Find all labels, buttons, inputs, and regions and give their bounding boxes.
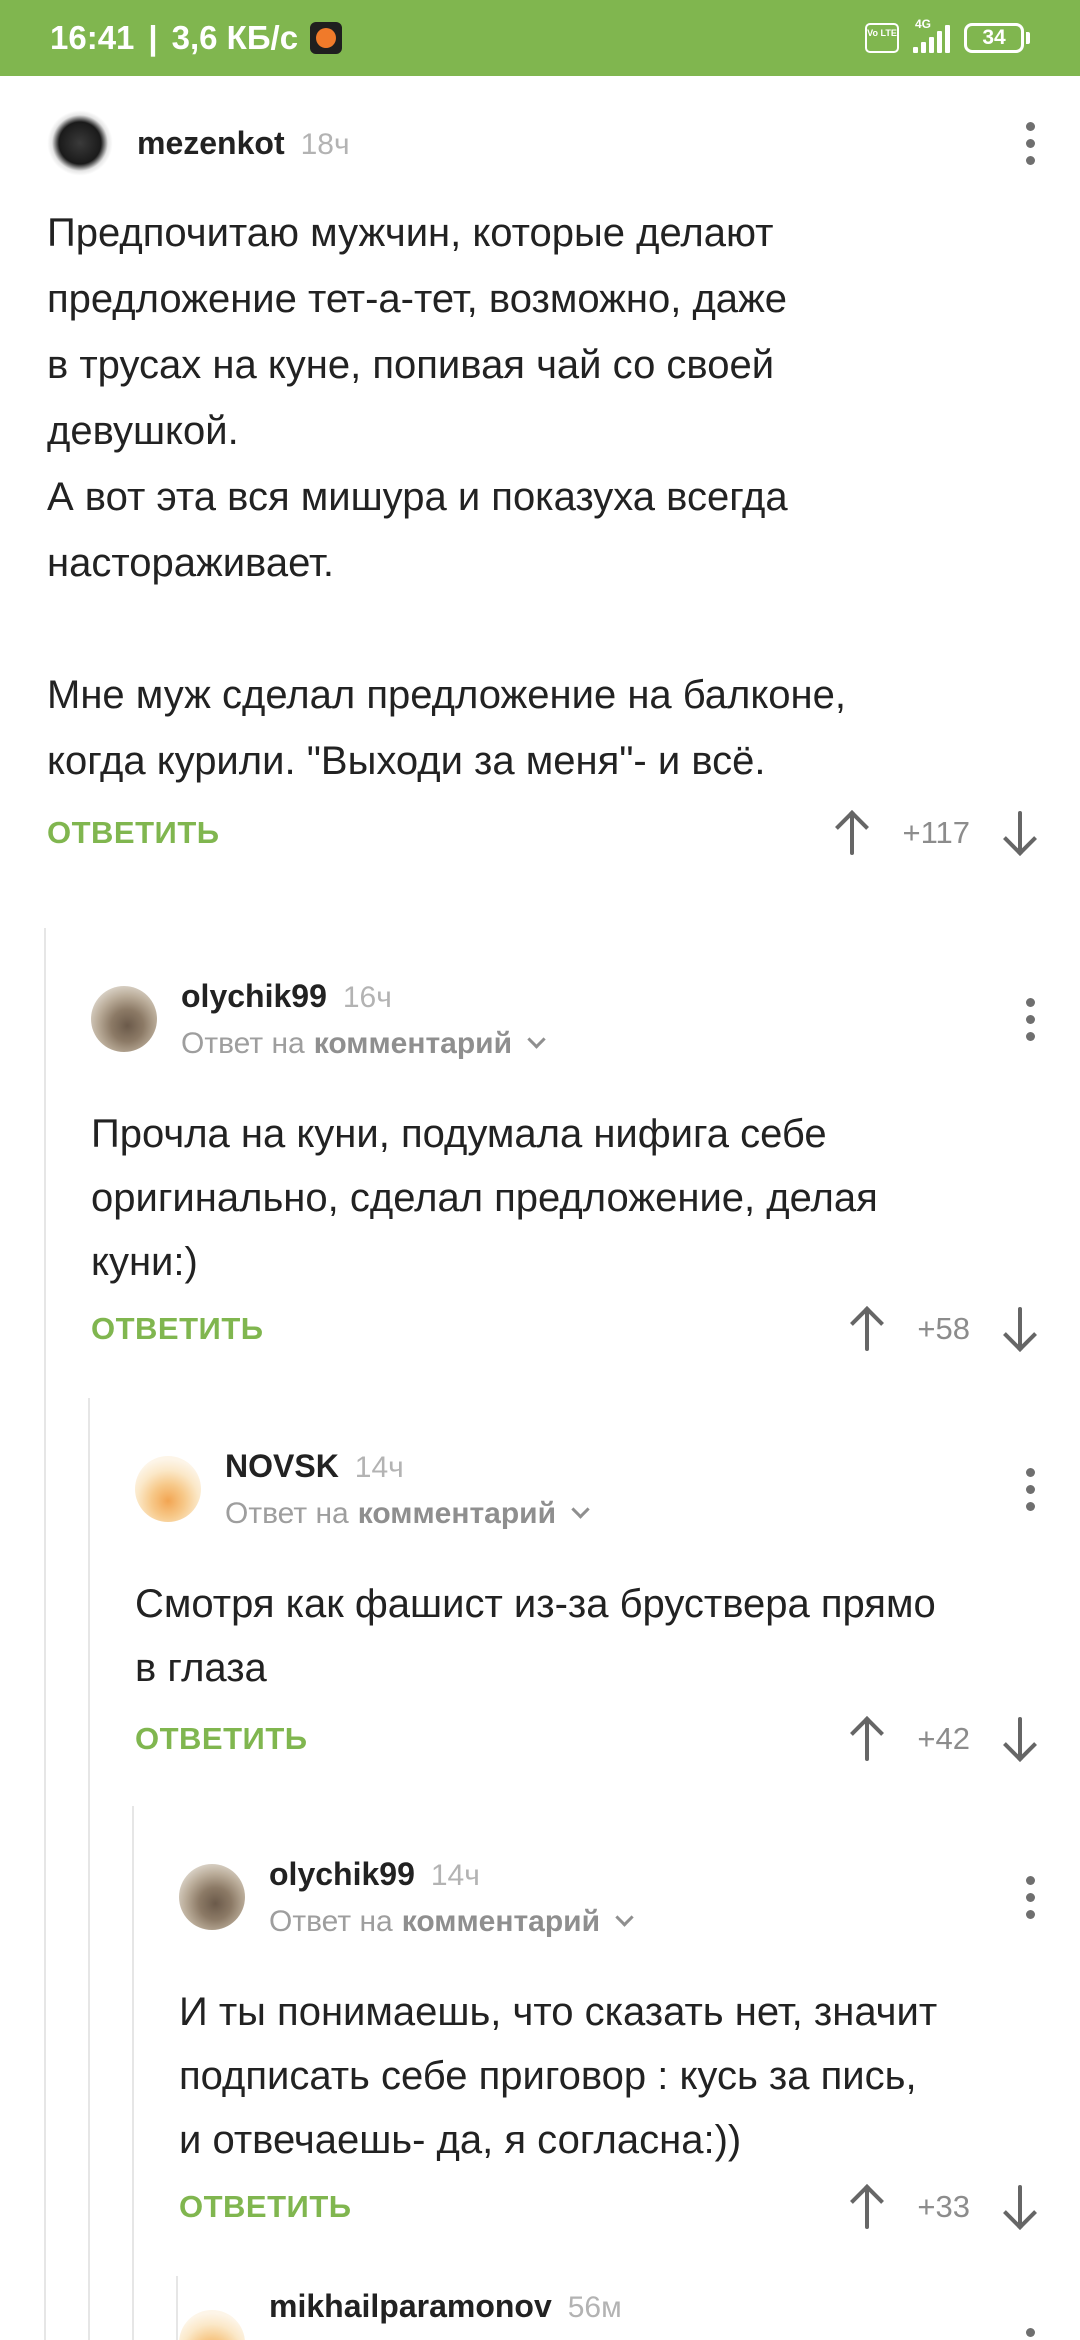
comment-text: Прочла на куни, подумала нифига себе ори… [91, 1112, 878, 1284]
comment-time: 18ч [300, 127, 350, 161]
thread-line [132, 1806, 134, 2340]
reply-to-link[interactable]: Ответ на комментарий [181, 1026, 546, 1061]
status-left: 16:41 | 3,6 КБ/с [50, 19, 343, 57]
reply-to-target: комментарий [401, 1904, 601, 1938]
avatar[interactable] [47, 110, 113, 176]
avatar[interactable] [179, 2310, 245, 2340]
upvote-icon[interactable] [832, 809, 872, 857]
battery-level: 34 [964, 23, 1024, 53]
comment-header: NOVSK 14ч Ответ на комментарий [135, 1434, 1080, 1544]
more-options-icon[interactable] [1020, 997, 1040, 1041]
thread-line [176, 2276, 178, 2340]
comment-actions: ОТВЕТИТЬ +33 [179, 2172, 1080, 2242]
reply-to-link[interactable]: Ответ на комментарий [269, 1904, 634, 1939]
volte-icon: Vo LTE [865, 23, 899, 53]
reply-to-prefix: Ответ на [181, 1026, 305, 1060]
comment-header: olychik99 14ч Ответ на комментарий [179, 1842, 1080, 1952]
chevron-down-icon [615, 1908, 634, 1927]
comment-author[interactable]: olychik99 [269, 1856, 415, 1893]
battery-icon: 34 [964, 23, 1030, 53]
upvote-icon[interactable] [847, 1305, 887, 1353]
comment: mikhailparamonov 56м [179, 2288, 1080, 2340]
reply-button[interactable]: ОТВЕТИТЬ [135, 1721, 308, 1757]
avatar[interactable] [135, 1456, 201, 1522]
comment: olychik99 14ч Ответ на комментарий И ты … [179, 1842, 1080, 2242]
comment: mezenkot 18ч Предпочитаю мужчин, которые… [47, 108, 1080, 868]
comment-time: 56м [567, 2291, 622, 2324]
reply-button[interactable]: ОТВЕТИТЬ [47, 815, 220, 851]
votes: +33 [847, 2183, 1040, 2231]
more-options-icon[interactable] [1020, 1875, 1040, 1919]
chevron-down-icon [571, 1500, 590, 1519]
network-speed: 3,6 КБ/с [171, 19, 299, 56]
votes: +42 [847, 1715, 1040, 1763]
comment-time: 14ч [354, 1450, 404, 1484]
comment-text: Смотря как фашист из-за бруствера прямо … [135, 1582, 936, 1690]
status-time: 16:41 [50, 19, 135, 56]
chevron-down-icon [527, 1030, 546, 1049]
network-type: 4G [915, 17, 932, 31]
comment-header: mikhailparamonov 56м [179, 2288, 1080, 2340]
thread-line [88, 1398, 90, 2340]
status-right: Vo LTE 4G 34 [865, 17, 1030, 53]
avatar[interactable] [91, 986, 157, 1052]
status-bar: 16:41 | 3,6 КБ/с Vo LTE 4G 34 [0, 0, 1080, 76]
comment-actions: ОТВЕТИТЬ +42 [135, 1704, 1080, 1774]
comment-author[interactable]: mikhailparamonov [269, 2288, 552, 2325]
comment-author[interactable]: olychik99 [181, 978, 327, 1015]
comment: NOVSK 14ч Ответ на комментарий Смотря ка… [135, 1434, 1080, 1774]
comment-time: 16ч [342, 980, 392, 1014]
thread-line [44, 928, 46, 2340]
upvote-icon[interactable] [847, 1715, 887, 1763]
votes: +117 [832, 809, 1040, 857]
comment-actions: ОТВЕТИТЬ +58 [91, 1294, 1080, 1364]
upvote-icon[interactable] [847, 2183, 887, 2231]
data-saver-icon [310, 22, 343, 54]
more-options-icon[interactable] [1020, 121, 1040, 165]
downvote-icon[interactable] [1000, 2183, 1040, 2231]
votes: +58 [847, 1305, 1040, 1353]
avatar[interactable] [179, 1864, 245, 1930]
reply-to-link[interactable]: Ответ на комментарий [225, 1496, 590, 1531]
downvote-icon[interactable] [1000, 1715, 1040, 1763]
comment-header: mezenkot 18ч [47, 108, 1080, 178]
reply-to-target: комментарий [357, 1496, 557, 1530]
comment: olychik99 16ч Ответ на комментарий Прочл… [91, 964, 1080, 1364]
comment-actions: ОТВЕТИТЬ +117 [47, 798, 1080, 868]
comment-score: +42 [917, 1721, 970, 1756]
comment-score: +117 [902, 815, 970, 850]
reply-to-target: комментарий [313, 1026, 513, 1060]
signal-icon: 4G [913, 17, 950, 53]
reply-button[interactable]: ОТВЕТИТЬ [91, 1311, 264, 1347]
comment-header: olychik99 16ч Ответ на комментарий [91, 964, 1080, 1074]
comment-text: Предпочитаю мужчин, которые делают предл… [47, 211, 847, 783]
more-options-icon[interactable] [1020, 2328, 1040, 2340]
comment-text: И ты понимаешь, что сказать нет, значит … [179, 1990, 938, 2162]
comment-score: +58 [917, 1311, 970, 1346]
downvote-icon[interactable] [1000, 1305, 1040, 1353]
status-separator: | [148, 19, 158, 56]
reply-to-prefix: Ответ на [269, 1904, 393, 1938]
comment-score: +33 [917, 2189, 970, 2224]
comment-time: 14ч [430, 1858, 480, 1892]
downvote-icon[interactable] [1000, 809, 1040, 857]
more-options-icon[interactable] [1020, 1467, 1040, 1511]
reply-to-prefix: Ответ на [225, 1496, 349, 1530]
comment-author[interactable]: mezenkot [137, 125, 285, 162]
reply-button[interactable]: ОТВЕТИТЬ [179, 2189, 352, 2225]
comment-author[interactable]: NOVSK [225, 1448, 339, 1485]
